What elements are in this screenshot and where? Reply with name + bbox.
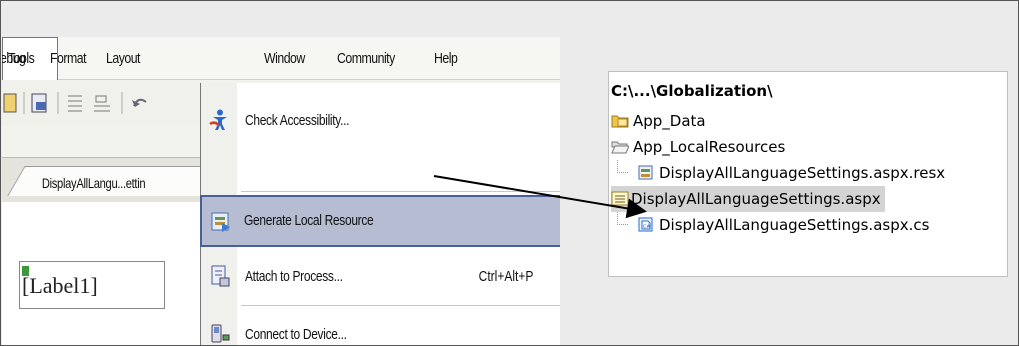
cs-file-icon: c# [638,217,653,232]
generate-resource-icon [211,212,230,232]
tools-dropdown-menu: Check Accessibility... Generate Local Re… [200,83,560,345]
menu-item-label: Attach to Process... [245,268,343,285]
toolbar-icons[interactable] [2,92,200,116]
menu-community[interactable]: Community [337,37,395,79]
attach-process-icon [211,265,230,287]
tree-item-label: App_LocalResources [633,138,786,156]
menu-item-attach-to-process[interactable]: Attach to Process... Ctrl+Alt+P [201,251,560,303]
menu-item-check-accessibility[interactable]: Check Accessibility... [201,95,560,147]
menu-layout[interactable]: Layout [106,37,140,79]
tree-item-app-localresources[interactable]: App_LocalResources [611,134,785,160]
tree-item-resx[interactable]: DisplayAllLanguageSettings.aspx.resx [635,160,945,186]
solution-explorer: C:\...\Globalization\ App_Data App_Local… [608,71,1008,277]
menu-item-generate-local-resource[interactable]: Generate Local Resource [200,195,560,247]
menu-separator [241,305,560,306]
menu-bar: ebug Format Layout Tools Window Communit… [2,37,560,83]
document-tab-label: DisplayAllLangu...ettin [41,175,146,191]
tree-item-label: DisplayAllLanguageSettings.aspx.cs [659,216,930,234]
document-tab-bar: DisplayAllLangu...ettin [2,157,225,203]
tree-connector [617,212,628,225]
tree-item-label: DisplayAllLanguageSettings.aspx.resx [659,164,946,182]
accessibility-icon [209,109,227,130]
document-tab[interactable]: DisplayAllLangu...ettin [7,166,225,196]
connect-device-icon [211,324,230,343]
menu-item-label: Connect to Device... [245,326,347,343]
tree-item-aspx[interactable]: DisplayAllLanguageSettings.aspx [611,186,885,212]
menu-tools-label: Tools [8,50,35,67]
menu-item-label: Check Accessibility... [245,112,350,129]
label-control[interactable]: [Label1] [19,261,165,309]
menu-help[interactable]: Help [434,37,458,79]
menu-format[interactable]: Format [50,37,86,79]
tree-item-cs[interactable]: c# DisplayAllLanguageSettings.aspx.cs [635,212,929,238]
resx-file-icon [638,165,653,180]
toolbar [2,80,200,126]
label-control-text: [Label1] [22,273,98,298]
tree-item-label: DisplayAllLanguageSettings.aspx [631,190,881,208]
control-glyph-icon [22,266,29,276]
svg-text:c#: c# [643,223,651,230]
aspx-file-icon [611,191,629,206]
folder-icon [611,115,629,128]
menu-item-shortcut: Ctrl+Alt+P [478,268,533,285]
folder-open-icon [611,141,629,154]
menu-window[interactable]: Window [264,37,305,79]
menu-item-label: Generate Local Resource [244,212,374,229]
tree-connector [617,160,628,173]
menu-item-connect-to-device[interactable]: Connect to Device... [201,309,560,345]
menu-separator [241,191,560,192]
design-surface: [Label1] [2,202,200,345]
solution-root-path: C:\...\Globalization\ [611,82,773,100]
tree-item-label: App_Data [633,112,706,130]
tree-item-app-data[interactable]: App_Data [611,108,706,134]
screenshot-frame: ebug Format Layout Tools Window Communit… [0,0,1019,346]
ide-window: ebug Format Layout Tools Window Communit… [2,37,560,345]
